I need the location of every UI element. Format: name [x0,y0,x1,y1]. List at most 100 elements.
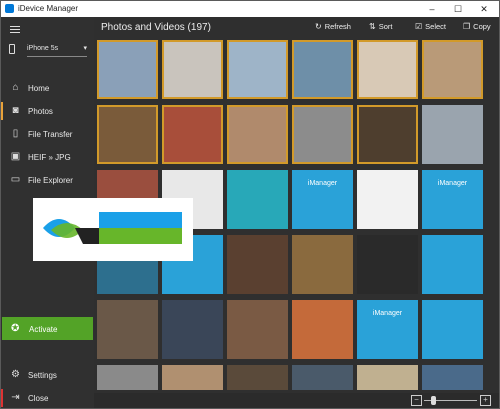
sidebar-item-label: File Explorer [28,176,73,185]
sort-icon: ⇅ [369,22,376,31]
photo-image [357,300,418,359]
photo-thumbnail[interactable] [357,365,418,390]
logo-blue-bar [99,212,182,228]
zoom-slider-thumb[interactable] [431,396,436,405]
photo-image [164,42,221,97]
photo-thumbnail[interactable] [292,105,353,164]
photo-image [357,170,418,229]
photo-image [422,105,483,164]
photo-thumbnail[interactable] [292,40,353,99]
logo-overlay [33,198,193,261]
refresh-button[interactable]: ↻ Refresh [315,22,351,31]
photo-image [422,170,483,229]
photo-thumbnail[interactable] [292,365,353,390]
logo-green-bar [99,228,182,244]
photo-image [162,300,223,359]
photo-thumbnail[interactable] [227,235,288,294]
camera-icon: ◙ [12,105,19,116]
phone-icon: ▯ [12,128,19,139]
photo-thumbnail[interactable] [227,365,288,390]
photo-thumbnail[interactable] [422,105,483,164]
title-bar: iDevice Manager – ☐ ✕ [1,1,499,17]
chevron-down-icon: ▾ [83,45,87,52]
refresh-icon: ↻ [315,22,322,31]
photo-thumbnail[interactable] [97,105,158,164]
photo-image [99,107,156,162]
sidebar-item-label: File Transfer [28,130,73,139]
photo-image [229,107,286,162]
activate-button[interactable]: ✪ Activate [2,317,93,340]
photo-image [227,300,288,359]
copy-label: Copy [473,22,491,31]
page-title: Photos and Videos (197) [101,22,211,33]
photo-image [97,300,158,359]
photo-thumbnail[interactable] [292,300,353,359]
photo-image [422,300,483,359]
copy-button[interactable]: ❐ Copy [463,22,491,31]
photo-image [227,365,288,390]
gear-icon: ⚙ [11,369,20,380]
photo-image [292,365,353,390]
sidebar-item-close[interactable]: ⇥ Close [1,387,94,409]
app-window: iDevice Manager – ☐ ✕ iPhone 5s ▾ ⌂ Home… [0,0,500,409]
photo-image [422,365,483,390]
photo-thumbnail[interactable] [227,105,288,164]
maximize-button[interactable]: ☐ [445,2,471,16]
photo-thumbnail[interactable] [97,365,158,390]
photo-thumbnail[interactable] [227,40,288,99]
photo-thumbnail[interactable] [162,365,223,390]
zoom-in-button[interactable]: + [480,395,491,406]
photo-image [292,235,353,294]
sidebar-item-settings[interactable]: ⚙ Settings [1,364,94,386]
sidebar-item-label: Settings [28,371,57,380]
sort-button[interactable]: ⇅ Sort [369,22,392,31]
photo-thumbnail[interactable] [162,300,223,359]
image-icon: ▣ [10,151,21,162]
photo-image [422,235,483,294]
photo-image [292,300,353,359]
photo-thumbnail[interactable] [292,235,353,294]
photo-thumbnail[interactable] [422,40,483,99]
hamburger-menu-icon[interactable] [10,26,20,35]
zoom-out-button[interactable]: − [411,395,422,406]
photo-thumbnail[interactable] [422,365,483,390]
photo-thumbnail[interactable] [357,105,418,164]
device-selector[interactable]: iPhone 5s ▾ [9,43,87,57]
photo-caption: iManager [437,180,468,187]
photo-image [292,170,353,229]
photo-image [424,42,481,97]
photo-thumbnail[interactable] [227,170,288,229]
photo-image [357,235,418,294]
photo-image [294,107,351,162]
photo-thumbnail[interactable] [357,235,418,294]
photo-thumbnail[interactable]: iManager [292,170,353,229]
photo-thumbnail[interactable]: iManager [422,170,483,229]
sidebar-item-label: HEIF » JPG [28,153,71,162]
photo-thumbnail[interactable] [357,40,418,99]
photo-thumbnail[interactable] [227,300,288,359]
sidebar-item-file-explorer[interactable]: ▭ File Explorer [1,169,94,191]
photo-thumbnail[interactable] [357,170,418,229]
sidebar-item-home[interactable]: ⌂ Home [1,77,94,99]
photo-image [227,235,288,294]
photo-thumbnail[interactable] [97,300,158,359]
photo-thumbnail[interactable] [162,105,223,164]
photo-thumbnail[interactable] [422,300,483,359]
exit-icon: ⇥ [11,392,20,403]
photo-thumbnail[interactable]: iManager [357,300,418,359]
sidebar-item-label: Home [28,84,50,93]
sidebar-item-file-transfer[interactable]: ▯ File Transfer [1,123,94,145]
close-window-button[interactable]: ✕ [471,2,497,16]
photo-image [99,42,156,97]
photo-thumbnail[interactable] [162,40,223,99]
photo-thumbnail[interactable] [422,235,483,294]
device-name: iPhone 5s [27,45,59,52]
sidebar-item-photos[interactable]: ◙ Photos [1,100,94,122]
minimize-button[interactable]: – [419,2,445,16]
select-button[interactable]: ☑ Select [415,22,446,31]
sidebar-item-heif-jpg[interactable]: ▣ HEIF » JPG [1,146,94,168]
photo-image [227,170,288,229]
sort-label: Sort [378,22,393,31]
logo-mark-icon [43,219,99,244]
photo-thumbnail[interactable] [97,40,158,99]
